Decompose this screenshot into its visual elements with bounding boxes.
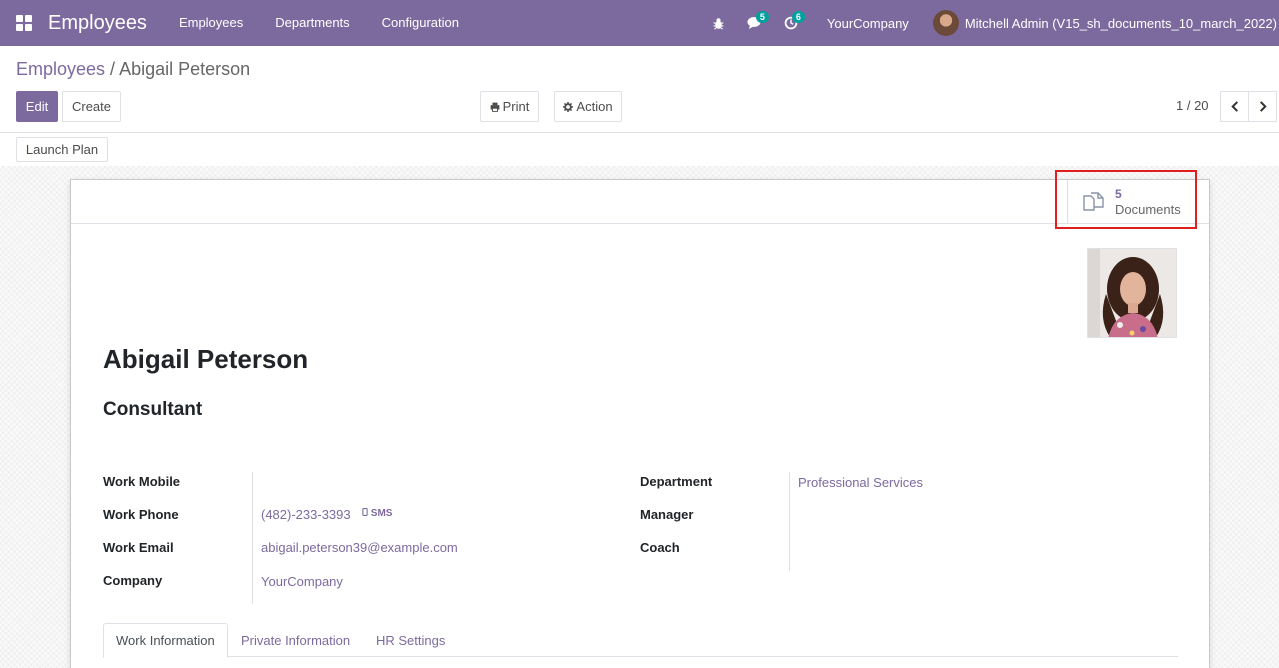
company-value[interactable]: YourCompany — [261, 574, 343, 589]
mobile-phone-icon — [362, 508, 368, 517]
work-email-label: Work Email — [103, 540, 174, 555]
work-phone-label: Work Phone — [103, 507, 179, 522]
employee-name[interactable]: Abigail Peterson — [103, 344, 308, 375]
form-sheet: 5 Documents Abigail Peterson Consultant … — [70, 179, 1210, 668]
action-label: Action — [576, 99, 613, 114]
launch-plan-button[interactable]: Launch Plan — [16, 137, 108, 162]
tab-work-information[interactable]: Work Information — [103, 623, 228, 658]
apps-menu-icon[interactable] — [0, 0, 48, 46]
activities-clock-icon[interactable]: 6 — [773, 0, 809, 46]
department-label: Department — [640, 474, 713, 489]
toolbar-divider — [0, 132, 1279, 133]
menu-departments[interactable]: Departments — [259, 0, 365, 46]
messages-badge: 5 — [755, 11, 769, 23]
department-value[interactable]: Professional Services — [798, 475, 923, 490]
manager-label: Manager — [640, 507, 694, 522]
pager-next-button[interactable] — [1248, 91, 1277, 122]
breadcrumb-separator: / — [105, 59, 120, 79]
chevron-right-icon — [1259, 101, 1267, 112]
form-tabs: Work Information Private Information HR … — [103, 623, 1178, 658]
print-button[interactable]: Print — [480, 91, 539, 122]
chevron-left-icon — [1230, 101, 1238, 112]
menu-configuration[interactable]: Configuration — [366, 0, 475, 46]
user-menu[interactable]: Mitchell Admin (V15_sh_documents_10_marc… — [932, 10, 1279, 36]
work-mobile-label: Work Mobile — [103, 474, 181, 489]
print-icon — [490, 102, 499, 112]
employee-photo[interactable] — [1087, 248, 1177, 338]
sms-link[interactable]: SMS — [362, 508, 392, 519]
app-title[interactable]: Employees — [48, 12, 147, 35]
pager-previous-button[interactable] — [1220, 91, 1249, 122]
sms-label: SMS — [370, 508, 393, 519]
company-label: Company — [103, 573, 163, 588]
company-switcher[interactable]: YourCompany — [809, 16, 933, 31]
work-phone-value[interactable]: (482)-233-3393 — [261, 507, 351, 522]
tab-private-information[interactable]: Private Information — [229, 623, 362, 657]
right-column-separator — [789, 472, 790, 571]
edit-button[interactable]: Edit — [16, 91, 58, 122]
user-name: Mitchell Admin (V15_sh_documents_10_marc… — [964, 15, 1277, 31]
tab-hr-settings[interactable]: HR Settings — [364, 623, 457, 657]
user-avatar — [932, 10, 959, 36]
work-email-value[interactable]: abigail.peterson39@example.com — [261, 540, 458, 555]
print-label: Print — [502, 99, 530, 114]
messages-icon[interactable]: 5 — [737, 0, 773, 46]
create-button[interactable]: Create — [62, 91, 121, 122]
debug-bug-icon[interactable] — [701, 0, 737, 46]
breadcrumb-employees[interactable]: Employees — [16, 59, 105, 79]
smart-button-box: 5 Documents — [71, 180, 1209, 224]
menu-employees[interactable]: Employees — [163, 0, 259, 46]
activities-badge: 6 — [791, 11, 805, 23]
breadcrumb-current: Abigail Peterson — [119, 59, 251, 79]
documents-highlight-box — [1055, 170, 1197, 229]
gear-icon — [563, 101, 574, 112]
top-navbar: Employees Employees Departments Configur… — [0, 0, 1279, 46]
coach-label: Coach — [640, 540, 680, 555]
employee-job-title[interactable]: Consultant — [103, 399, 202, 421]
action-button[interactable]: Action — [554, 91, 622, 122]
breadcrumb: Employees / Abigail Peterson — [16, 59, 250, 80]
pager-value[interactable]: 1 / 20 — [1176, 98, 1209, 113]
left-column-separator — [252, 472, 253, 604]
